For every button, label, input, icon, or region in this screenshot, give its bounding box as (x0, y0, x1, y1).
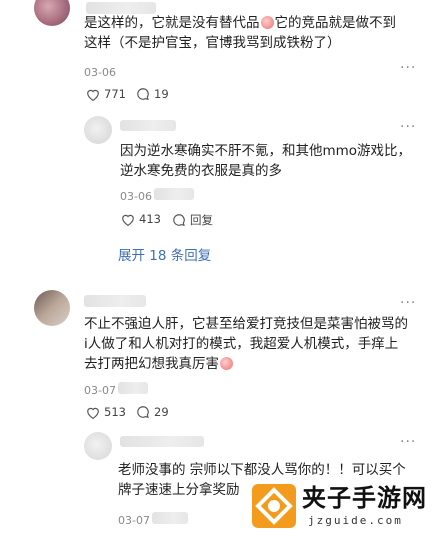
reply-button[interactable]: 回复 (172, 212, 213, 228)
comment-date: 03-07 (118, 514, 150, 527)
reply-button[interactable]: 19 (136, 87, 169, 101)
reply-count: 29 (154, 405, 169, 419)
reply-count: 19 (154, 87, 169, 101)
comment-bubble-icon (137, 406, 149, 419)
comment-date: 03-06 (120, 190, 152, 203)
blurred-location (152, 512, 188, 524)
comment-date: 03-06 (84, 66, 116, 79)
like-button[interactable]: 513 (86, 405, 126, 419)
username-blurred[interactable] (84, 295, 146, 307)
heart-icon (122, 214, 134, 226)
avatar[interactable] (84, 116, 112, 144)
comment-date: 03-07 (84, 384, 116, 397)
expand-replies-link[interactable]: 展开 18 条回复 (118, 244, 211, 264)
username-blurred[interactable] (120, 120, 176, 131)
like-button[interactable]: 771 (86, 87, 126, 101)
like-count: 413 (139, 212, 161, 226)
emoji-icon (220, 357, 233, 370)
avatar[interactable] (84, 432, 112, 460)
avatar[interactable] (34, 290, 70, 326)
watermark-logo-icon (252, 484, 296, 528)
comment-text: 是这样的，它就是没有替代品 它的竞品就是做不到 这样（不是护官宝，官博我骂到成铁粉… (84, 15, 396, 51)
more-options-icon[interactable]: ··· (400, 434, 416, 450)
reply-button[interactable]: 29 (136, 405, 169, 419)
comment-bubble-icon (173, 214, 185, 227)
blurred-location (154, 188, 194, 200)
heart-icon (87, 407, 99, 419)
comment-text: 因为逆水寒确实不肝不氪，和其他mmo游戏比， 逆水寒免费的衣服是真的多 (120, 143, 412, 179)
emoji-icon (260, 16, 274, 29)
more-options-icon[interactable]: ··· (400, 295, 416, 311)
username-blurred[interactable] (120, 436, 204, 447)
more-options-icon[interactable]: ··· (400, 119, 416, 135)
watermark-domain: jzguide.com (308, 514, 403, 527)
avatar[interactable] (34, 0, 70, 26)
reply-label: 回复 (190, 213, 213, 227)
watermark-title: 夹子手游网 (302, 484, 427, 512)
watermark: 夹子手游网 jzguide.com (252, 480, 434, 534)
heart-icon (87, 89, 99, 101)
more-options-icon[interactable]: ··· (400, 60, 416, 76)
like-count: 513 (104, 405, 126, 419)
like-count: 771 (104, 87, 126, 101)
comment-text: 不止不强迫人肝，它甚至给爱打竞技但是菜害怕被骂的 i人做了和人机对打的模式，我超… (84, 316, 408, 372)
blurred-location (118, 382, 148, 394)
comment-bubble-icon (137, 88, 149, 101)
like-button[interactable]: 413 (121, 212, 161, 226)
